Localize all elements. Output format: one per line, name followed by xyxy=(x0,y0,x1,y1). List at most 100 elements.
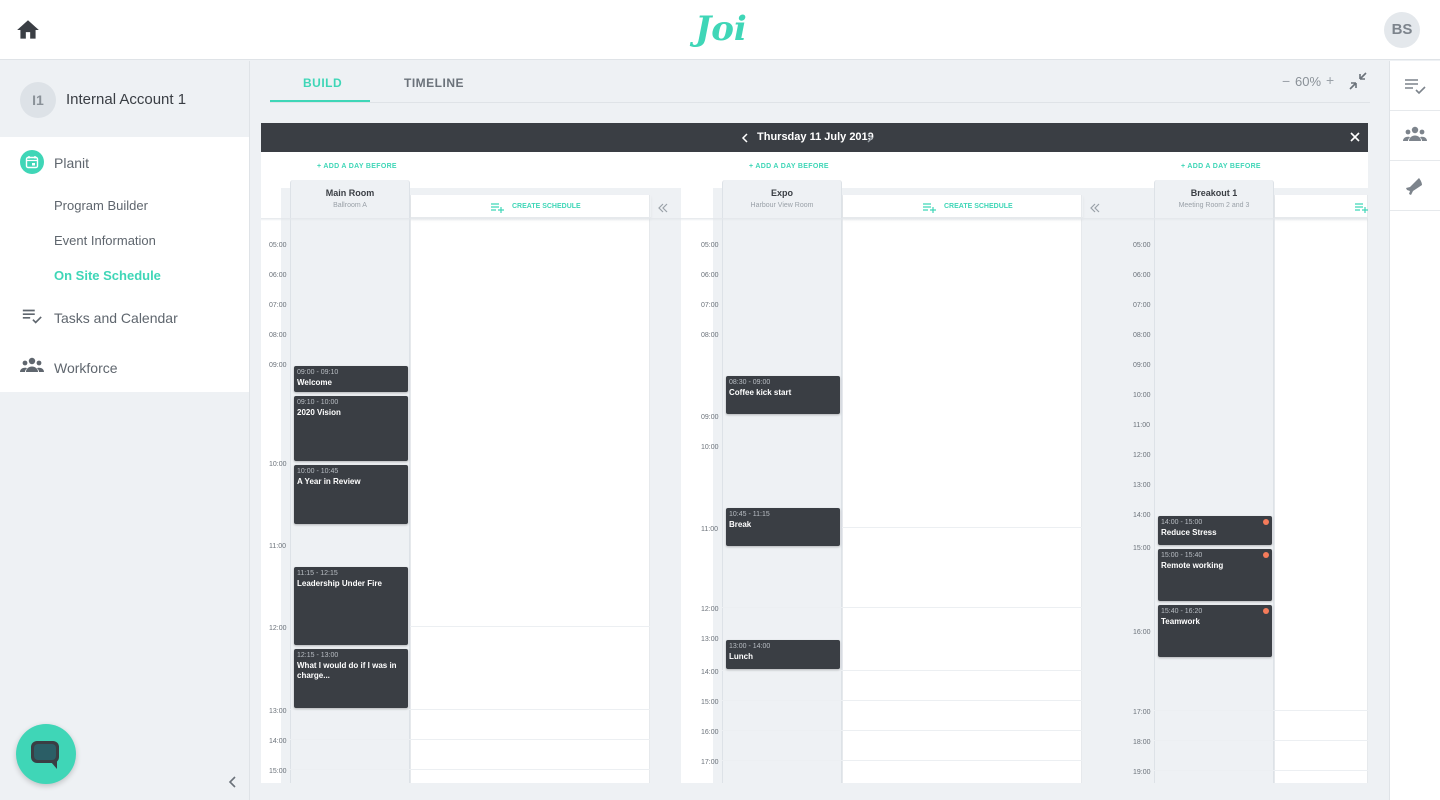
grid-line xyxy=(1154,770,1368,771)
tab-timeline[interactable]: TIMELINE xyxy=(404,76,464,90)
event-title: Reduce Stress xyxy=(1161,528,1217,537)
sidebar-item-label: Tasks and Calendar xyxy=(54,310,178,326)
schedule-event[interactable]: 10:45 - 11:15 Break xyxy=(726,508,840,546)
time-tick: 06:00 xyxy=(701,272,719,279)
minimize-icon[interactable] xyxy=(1348,71,1368,91)
time-tick: 08:00 xyxy=(701,332,719,339)
event-time: 09:00 - 09:10 xyxy=(297,369,339,376)
create-schedule-button[interactable]: CREATE SCHEDULE xyxy=(923,201,1013,213)
previous-day-icon[interactable] xyxy=(739,131,751,143)
schedule-column: CREATE SCHEDULE xyxy=(410,195,651,783)
time-tick: 14:00 xyxy=(701,669,719,676)
time-tick: 06:00 xyxy=(1133,272,1151,279)
zoom-in-button[interactable]: + xyxy=(1326,72,1334,88)
left-sidebar: I1 Internal Account 1 Planit Program Bui… xyxy=(0,61,250,800)
people-icon xyxy=(1403,126,1427,141)
alert-dot-icon xyxy=(1263,552,1269,558)
event-title: Teamwork xyxy=(1161,617,1200,626)
room-time-column: Expo Harbour View Room xyxy=(722,180,842,783)
sidebar-item-on-site-schedule[interactable]: On Site Schedule xyxy=(54,268,161,283)
schedule-column-header xyxy=(1275,195,1368,218)
grid-line xyxy=(722,670,1082,671)
create-schedule-button[interactable]: CREATE SCHEDULE xyxy=(491,201,581,213)
sidebar-item-tasks[interactable]: Tasks and Calendar xyxy=(0,300,249,336)
room-time-column: Breakout 1 Meeting Room 2 and 3 xyxy=(1154,180,1274,783)
account-switcher[interactable]: I1 Internal Account 1 xyxy=(0,61,249,137)
time-tick: 05:00 xyxy=(1133,242,1151,249)
time-tick: 10:00 xyxy=(269,461,287,468)
rail-tasks-button[interactable] xyxy=(1390,61,1440,111)
playlist-add-icon xyxy=(491,203,504,213)
time-tick: 07:00 xyxy=(269,302,287,309)
sidebar-item-workforce[interactable]: Workforce xyxy=(0,350,249,386)
rail-announcements-button[interactable] xyxy=(1390,161,1440,211)
room-location: Harbour View Room xyxy=(750,202,814,209)
day-header: Thursday 11 July 2019 xyxy=(261,123,1368,152)
add-day-before-button[interactable]: + ADD A DAY BEFORE xyxy=(749,163,829,170)
home-icon[interactable] xyxy=(15,17,41,43)
time-tick: 11:00 xyxy=(1133,422,1150,429)
time-tick: 10:00 xyxy=(701,444,719,451)
room-location: Ballroom A xyxy=(333,202,367,209)
time-tick: 11:00 xyxy=(269,543,286,550)
right-rail xyxy=(1389,61,1440,800)
header-shadow xyxy=(1113,218,1368,221)
event-time: 10:45 - 11:15 xyxy=(729,511,770,518)
collapse-room-icon[interactable] xyxy=(1089,201,1101,213)
user-avatar[interactable]: BS xyxy=(1384,12,1420,48)
zoom-out-button[interactable]: − xyxy=(1282,73,1290,89)
next-day-icon[interactable] xyxy=(864,131,876,143)
checklist-icon xyxy=(21,305,45,329)
calendar-icon xyxy=(20,150,44,174)
room-column-breakout-1: + ADD A DAY BEFORE Breakout 1 Meeting Ro… xyxy=(1113,152,1368,783)
event-title: Remote working xyxy=(1161,561,1224,570)
grid-line xyxy=(722,760,1082,761)
add-day-before-button[interactable]: + ADD A DAY BEFORE xyxy=(317,163,397,170)
top-bar: Joi BS xyxy=(0,0,1440,60)
create-schedule-button[interactable] xyxy=(1355,201,1368,213)
schedule-column: CREATE SCHEDULE xyxy=(842,195,1083,783)
account-name: Internal Account 1 xyxy=(66,91,187,108)
schedule-event[interactable]: 14:00 - 15:00 Reduce Stress xyxy=(1158,516,1272,545)
sidebar-item-event-information[interactable]: Event Information xyxy=(54,233,156,248)
event-time: 14:00 - 15:00 xyxy=(1161,519,1203,526)
rail-workforce-button[interactable] xyxy=(1390,111,1440,161)
collapse-room-icon[interactable] xyxy=(657,201,669,213)
alert-dot-icon xyxy=(1263,519,1269,525)
schedule-event[interactable]: 15:00 - 15:40 Remote working xyxy=(1158,549,1272,601)
collapse-sidebar-icon[interactable] xyxy=(225,774,241,790)
time-tick: 07:00 xyxy=(1133,302,1151,309)
schedule-event[interactable]: 13:00 - 14:00 Lunch xyxy=(726,640,840,669)
chat-icon xyxy=(31,741,59,769)
time-tick: 16:00 xyxy=(1133,629,1151,636)
schedule-event[interactable]: 08:30 - 09:00 Coffee kick start xyxy=(726,376,840,414)
time-tick: 16:00 xyxy=(701,729,719,736)
people-icon xyxy=(20,355,44,379)
close-icon[interactable] xyxy=(1348,130,1362,144)
joi-logo[interactable]: Joi xyxy=(694,6,748,52)
event-title: Coffee kick start xyxy=(729,388,792,397)
tab-build[interactable]: BUILD xyxy=(303,76,342,90)
schedule-event[interactable]: 10:00 - 10:45 A Year in Review xyxy=(294,465,408,524)
playlist-add-icon xyxy=(1355,203,1368,213)
schedule-column-header: CREATE SCHEDULE xyxy=(843,195,1083,218)
schedule-event[interactable]: 09:00 - 09:10 Welcome xyxy=(294,366,408,392)
schedule-event[interactable]: 11:15 - 12:15 Leadership Under Fire xyxy=(294,567,408,645)
schedule-column-header: CREATE SCHEDULE xyxy=(411,195,651,218)
time-tick: 17:00 xyxy=(1133,709,1151,716)
room-name: Expo xyxy=(770,188,793,198)
sidebar-nav: Planit Program Builder Event Information… xyxy=(0,137,249,392)
add-day-before-button[interactable]: + ADD A DAY BEFORE xyxy=(1181,163,1261,170)
time-tick: 14:00 xyxy=(1133,512,1151,519)
event-time: 11:15 - 12:15 xyxy=(297,570,338,577)
view-tabs: BUILD TIMELINE xyxy=(270,61,1370,103)
sidebar-item-planit[interactable]: Planit xyxy=(0,145,249,181)
chat-button[interactable] xyxy=(16,724,76,784)
sidebar-item-program-builder[interactable]: Program Builder xyxy=(54,198,148,213)
event-title: 2020 Vision xyxy=(297,408,341,417)
schedule-event[interactable]: 15:40 - 16:20 Teamwork xyxy=(1158,605,1272,657)
schedule-event[interactable]: 12:15 - 13:00 What I would do if I was i… xyxy=(294,649,408,708)
day-title: Thursday 11 July 2019 xyxy=(757,131,874,143)
create-schedule-label: CREATE SCHEDULE xyxy=(512,203,581,210)
schedule-event[interactable]: 09:10 - 10:00 2020 Vision xyxy=(294,396,408,461)
